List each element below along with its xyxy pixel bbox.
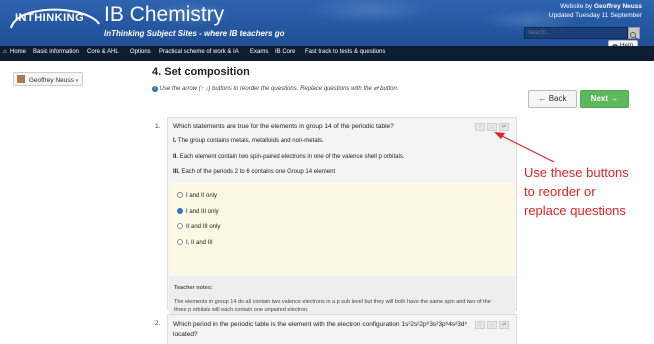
arrow-left-icon: ←: [538, 94, 547, 103]
annotation-arrow-icon: [494, 132, 555, 163]
teacher-notes-line: The elements in group 14 do all contain …: [174, 299, 491, 305]
main-nav: ⌂ Home Basic information Core & AHL Opti…: [0, 46, 654, 61]
nav-item-fast-track[interactable]: Fast track to tests & questions: [305, 49, 385, 55]
next-button[interactable]: Next →: [580, 90, 629, 108]
teacher-notes-line: three p orbitals will each contain one u…: [174, 307, 309, 313]
nav-item-basic-information[interactable]: Basic information: [33, 49, 79, 55]
radio-button[interactable]: [177, 223, 183, 229]
home-icon[interactable]: ⌂: [3, 49, 7, 55]
annotation-line: to reorder or: [524, 184, 596, 199]
instructions-text: Use the arrow (↑ ↓) buttons to reorder t…: [159, 86, 399, 92]
replace-button[interactable]: ⇄: [499, 321, 509, 329]
statement-3: III. Each of the periods 2 to 6 contains…: [173, 169, 336, 175]
caret-down-icon: ▾: [75, 78, 79, 84]
nav-item-ib-core[interactable]: IB Core: [275, 49, 295, 55]
user-dropdown[interactable]: Geoffrey Neuss ▾: [13, 72, 83, 86]
nav-item-practical[interactable]: Practical scheme of work & IA: [159, 49, 239, 55]
user-name: Geoffrey Neuss: [28, 77, 74, 84]
option-b[interactable]: I and III only: [177, 208, 219, 215]
next-label: Next: [590, 94, 609, 103]
statement-2: II. Each element contain two spin-paired…: [173, 154, 405, 160]
radio-button-selected[interactable]: [177, 208, 183, 214]
question-card: Which statements are true for the elemen…: [167, 117, 517, 322]
search-button[interactable]: [628, 27, 640, 40]
question-number: 1.: [155, 123, 161, 130]
nav-item-core-ahl[interactable]: Core & AHL: [87, 49, 119, 55]
site-title[interactable]: IB Chemistry: [104, 3, 224, 27]
updated-date: Updated Tuesday 11 September: [548, 12, 642, 19]
question-number: 2.: [155, 320, 161, 327]
radio-button[interactable]: [177, 239, 183, 245]
arrow-right-icon: →: [610, 94, 619, 103]
nav-item-home[interactable]: Home: [10, 49, 26, 55]
question-card: Which period in the periodic table is th…: [167, 314, 517, 344]
author-name[interactable]: Geoffrey Neuss: [594, 3, 642, 10]
option-d[interactable]: I, II and III: [177, 239, 213, 246]
move-up-button[interactable]: ↑: [475, 123, 485, 131]
move-down-button[interactable]: ↓: [487, 321, 497, 329]
radio-button[interactable]: [177, 192, 183, 198]
logo-text: INTHINKING: [15, 12, 85, 24]
statement-1: I. The group contains metals, metalloids…: [173, 138, 324, 144]
answer-options: I and II only I and III only II and III …: [169, 182, 515, 276]
back-button[interactable]: ← Back: [528, 90, 577, 108]
question-text: Which period in the periodic table is th…: [173, 321, 468, 328]
site-header: INTHINKING IB Chemistry InThinking Subje…: [0, 0, 654, 46]
question-controls: ↑ ↓ ⇄: [475, 321, 511, 329]
nav-item-options[interactable]: Options: [130, 49, 151, 55]
option-c[interactable]: II and III only: [177, 223, 220, 230]
annotation-line: Use these buttons: [524, 165, 629, 180]
avatar: [17, 75, 25, 83]
page-title: 4. Set composition: [152, 66, 250, 78]
annotation-line: replace questions: [524, 203, 626, 218]
instructions: i Use the arrow (↑ ↓) buttons to reorder…: [152, 85, 399, 92]
question-text: Which statements are true for the elemen…: [173, 123, 394, 130]
move-up-button[interactable]: ↑: [475, 321, 485, 329]
website-by-label: Website by: [560, 3, 594, 10]
site-subtitle: InThinking Subject Sites - where IB teac…: [104, 29, 285, 38]
question-text-continued: located?: [173, 331, 198, 338]
back-label: Back: [548, 94, 567, 103]
nav-item-exams[interactable]: Exams: [250, 49, 268, 55]
teacher-notes-title: Teacher notes:: [174, 285, 213, 291]
user-info: Website by Geoffrey Neuss Updated Tuesda…: [549, 2, 642, 20]
option-a[interactable]: I and II only: [177, 192, 217, 199]
search-input[interactable]: [524, 27, 628, 39]
info-icon: i: [152, 86, 158, 92]
